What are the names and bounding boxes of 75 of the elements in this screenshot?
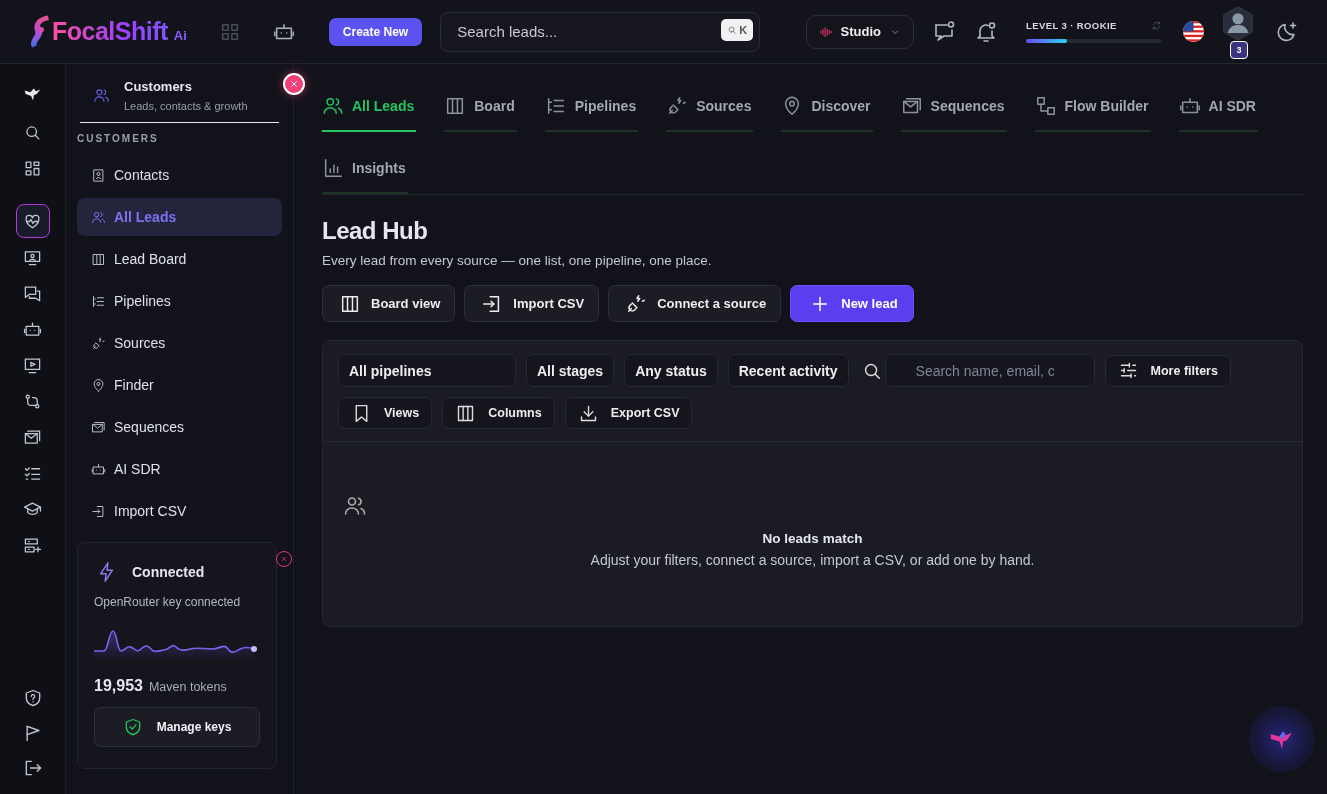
flow-icon [1034,95,1057,117]
bell-icon[interactable] [974,19,998,44]
sidebar-item[interactable]: All Leads [77,198,282,236]
page-title: Lead Hub [322,217,429,245]
sidebar-subtitle: Leads, contacts & growth [124,100,248,112]
filter-dropdown[interactable]: All stages [526,354,615,387]
plug-icon [625,292,648,315]
avatar[interactable] [1222,5,1254,41]
chat-icon[interactable] [932,19,956,44]
token-label: Maven tokens [148,680,227,694]
mail-icon [91,419,106,435]
sidebar-title: Customers [124,79,193,94]
tab[interactable]: Discover [781,82,873,132]
sidebar-item[interactable]: Pipelines [77,282,282,320]
empty-message: Adjust your filters, connect a source, import a CSV, or add one by hand. [590,551,1035,568]
import-icon [91,503,106,519]
rail-button[interactable] [15,204,50,238]
filter-dropdown[interactable]: Recent activity [727,354,849,387]
shortcut-key: K [739,23,748,36]
toolbar-button[interactable]: Export CSV [564,397,693,429]
tab[interactable]: Sources [666,82,754,132]
tab[interactable]: Board [444,82,517,132]
section-label: CUSTOMERS [77,133,160,144]
sidebar-item[interactable]: Sources [77,324,282,362]
location-pin-icon [91,377,106,393]
action-button[interactable]: Board view [322,285,456,322]
sidebar-item[interactable]: Lead Board [77,240,282,278]
search-field[interactable]: Search name, email, c [884,354,1095,387]
page-subtitle: Every lead from every source — one list, one pipeline, one place. [322,253,713,268]
create-new-button[interactable]: Create New [328,17,423,46]
sidebar-item[interactable]: Finder [77,366,282,404]
search-icon [727,24,738,35]
tab[interactable]: Insights [322,144,408,194]
list-icon [91,293,106,309]
empty-title: No leads match [762,530,863,546]
filter-dropdown[interactable]: Any status [624,354,718,387]
brand-suffix: Ai [173,28,187,43]
action-button[interactable]: New lead [790,285,914,322]
bar-chart-icon [322,157,344,179]
action-button[interactable]: Import CSV [464,285,600,322]
tab[interactable]: All Leads [322,82,417,132]
tab[interactable]: AI SDR [1178,82,1258,132]
close-icon [279,554,289,564]
action-button[interactable]: Connect a source [608,285,782,322]
users-icon [322,95,344,117]
contact-card-icon [91,167,106,183]
tab[interactable]: Flow Builder [1034,82,1151,132]
users-icon [91,209,106,225]
moon-icon[interactable] [1275,19,1299,44]
toolbar-button[interactable]: Views [338,397,433,429]
filter-dropdown[interactable]: All pipelines [338,354,516,387]
connection-detail: OpenRouter key connected [94,595,242,609]
tab[interactable]: Pipelines [544,82,639,132]
sidebar-item[interactable]: Import CSV [77,492,282,530]
manage-keys-button[interactable]: Manage keys [94,707,260,747]
workspace-dropdown[interactable]: Studio [805,14,914,49]
users-icon [343,494,367,518]
flag-icon[interactable] [1182,20,1205,43]
plug-icon [666,95,689,117]
sound-wave-icon [818,24,833,39]
sidebar-item[interactable]: AI SDR [77,450,282,488]
toolbar-button[interactable]: Columns [442,397,555,429]
connection-status: Connected [132,564,205,580]
token-count: 19,953 [94,677,143,695]
tab[interactable]: Sequences [900,82,1007,132]
users-icon [93,87,110,104]
robot-icon [91,461,106,477]
plug-icon [91,335,106,351]
columns-icon [91,251,106,267]
level-badge: 3 [1230,40,1248,59]
logo-icon [28,13,50,50]
sidebar-item[interactable]: Contacts [77,156,282,194]
level-label: LEVEL 3 · ROOKIE [1026,20,1117,31]
sidebar-item[interactable]: Sequences [77,408,282,446]
more-filters-button[interactable]: More filters [1104,354,1231,387]
